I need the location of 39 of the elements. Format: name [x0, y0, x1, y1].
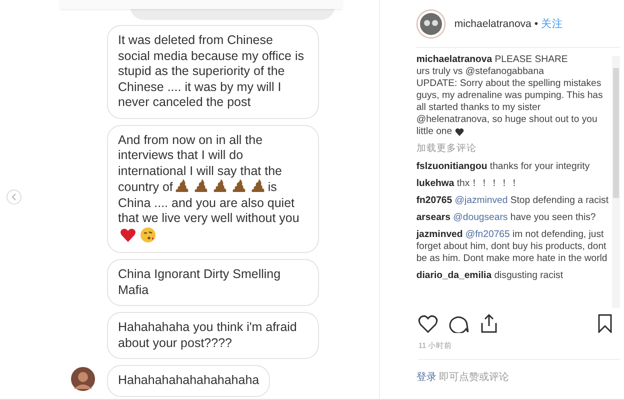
poop-emoji-icon — [174, 179, 190, 193]
mention-link[interactable]: @dougsears — [453, 212, 508, 223]
comment-text: fslzuonitiangou thanks for your integrity — [416, 161, 591, 173]
message-text: country of — [118, 180, 173, 194]
bookmark-icon[interactable] — [598, 314, 612, 333]
poop-emoji-icon — [194, 179, 209, 193]
message-text: China .... and you are also quiet that we live very well without you — [118, 196, 300, 225]
mention-link[interactable]: @jazminved — [454, 195, 508, 206]
poop-emoji-icon — [212, 179, 228, 193]
heart-emoji-icon — [120, 228, 136, 242]
message-text: China Ignorant Dirty Smelling Mafia — [118, 267, 281, 296]
message-text: It was deleted from Chinese social media because my office is stupid as the superiority of the Chinese .... it was by my will I never canceled the post — [118, 33, 304, 109]
comment-text: lukehwa thx！！！！！ — [416, 178, 521, 190]
scrollbar[interactable] — [612, 56, 620, 308]
avatar-icon[interactable] — [416, 8, 446, 38]
comment-text: fn20765 @jazminved Stop defending a racist — [416, 195, 610, 207]
login-link[interactable]: 登录 — [416, 372, 436, 383]
share-icon[interactable] — [480, 314, 498, 333]
separator-dot: • — [534, 18, 538, 30]
caption-text: michaelatranova PLEASE SHARE — [416, 54, 569, 66]
login-prompt: 即可点赞或评论 — [439, 372, 510, 383]
kiss-emoji-icon — [140, 226, 156, 242]
poop-emoji-icon — [250, 179, 266, 193]
caption-text: little one — [416, 126, 452, 138]
like-icon[interactable] — [418, 314, 438, 332]
caption-text: urs truly vs @stefanogabbana — [416, 66, 545, 78]
comment-text: diario_da_emilia disgusting racist — [416, 270, 564, 282]
heart-icon — [455, 128, 464, 136]
comment-text: jazminved @fn20765 im not defending, just forget about him, dont buy his products, dont be as him. Dont make more hate in the world — [416, 229, 608, 265]
comment-icon[interactable] — [449, 314, 470, 333]
message-text: Hahahahahahahahahaha — [118, 373, 260, 387]
comment-text: arsears @dougsears have you seen this? — [416, 212, 597, 224]
message-text: is — [268, 180, 277, 194]
follow-link[interactable]: 关注 — [541, 16, 564, 30]
message-text: Hahahahaha you think i'm afraid about your post???? — [118, 320, 297, 350]
username-link[interactable]: michaelatranova — [454, 18, 532, 30]
poop-emoji-icon — [232, 179, 247, 193]
mention-link[interactable]: @fn20765 — [465, 229, 510, 240]
load-more-link[interactable]: 加载更多评论 — [416, 143, 612, 155]
